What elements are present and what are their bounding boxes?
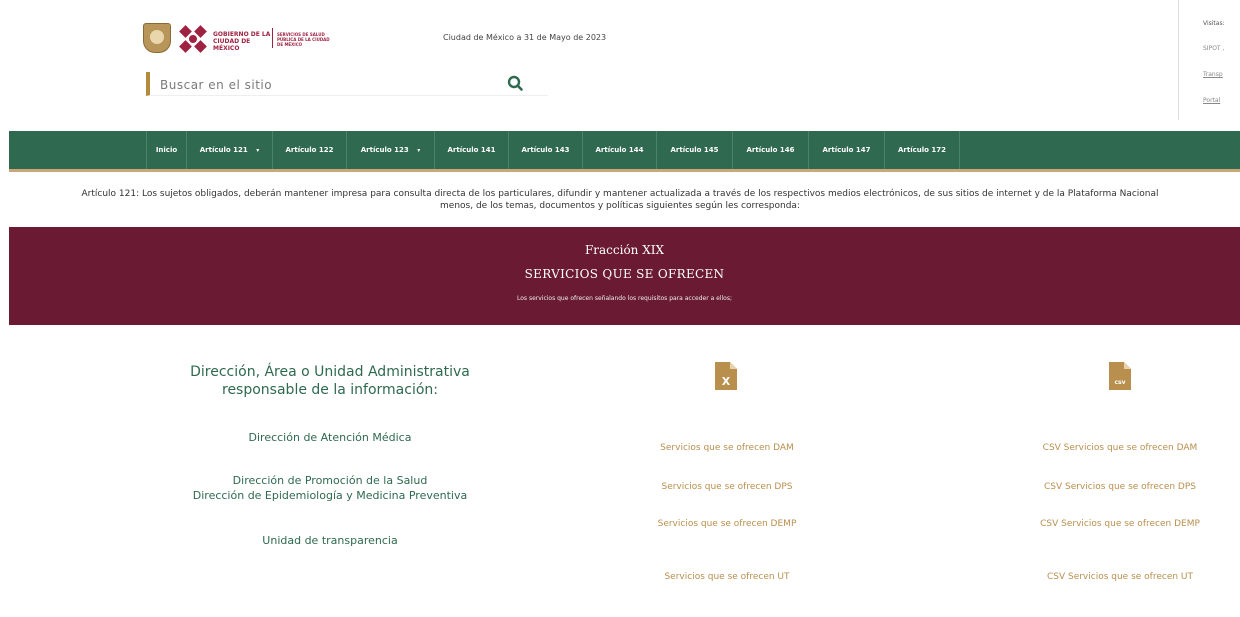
- main-nav: Inicio Artículo 121 ▾ Artículo 122 Artíc…: [9, 131, 1240, 172]
- cdmx-logo-icon: [179, 25, 207, 53]
- svg-text:X: X: [722, 375, 731, 388]
- nav-item-articulo-147[interactable]: Artículo 147: [809, 131, 885, 169]
- nav-item-articulo-122[interactable]: Artículo 122: [273, 131, 347, 169]
- fraccion-banner: Fracción XIX SERVICIOS QUE SE OFRECEN Lo…: [9, 227, 1240, 325]
- csv-file-icon: csv: [1109, 362, 1131, 390]
- logo-subtext: SERVICIOS DE SALUD PÚBLICA DE LA CIUDAD …: [277, 32, 330, 47]
- nav-item-articulo-144[interactable]: Artículo 144: [583, 131, 657, 169]
- excel-link-ut[interactable]: Servicios que se ofrecen UT: [597, 572, 857, 582]
- excel-link-dam[interactable]: Servicios que se ofrecen DAM: [597, 443, 857, 453]
- sipot-link[interactable]: SIPOT ,: [1203, 45, 1224, 52]
- dept-epidemiologia: Dirección de Epidemiología y Medicina Pr…: [192, 489, 468, 502]
- dept-promocion-salud: Dirección de Promoción de la Salud: [232, 474, 428, 487]
- nav-item-articulo-145[interactable]: Artículo 145: [657, 131, 733, 169]
- banner-subtitle: Los servicios que ofrecen señalando los …: [517, 295, 732, 302]
- excel-link-dps[interactable]: Servicios que se ofrecen DPS: [597, 482, 857, 492]
- nav-item-inicio[interactable]: Inicio: [146, 131, 187, 169]
- banner-title: SERVICIOS QUE SE OFRECEN: [524, 267, 725, 281]
- search-input[interactable]: [158, 75, 522, 95]
- nav-item-articulo-123[interactable]: Artículo 123 ▾: [347, 131, 435, 169]
- cdmx-seal-logo: [143, 23, 171, 53]
- portal-link[interactable]: Portal: [1203, 97, 1220, 104]
- search-bar: [146, 72, 548, 96]
- csv-link-ut[interactable]: CSV Servicios que se ofrecen UT: [990, 572, 1240, 582]
- transparencia-link[interactable]: Transp: [1203, 71, 1223, 78]
- search-icon[interactable]: [506, 74, 526, 94]
- csv-link-dam[interactable]: CSV Servicios que se ofrecen DAM: [990, 443, 1240, 453]
- excel-file-icon: X: [715, 362, 737, 390]
- dept-atencion-medica: Dirección de Atención Médica: [248, 431, 412, 444]
- nav-item-articulo-141[interactable]: Artículo 141: [435, 131, 509, 169]
- svg-text:csv: csv: [1114, 379, 1125, 386]
- excel-link-demp[interactable]: Servicios que se ofrecen DEMP: [597, 519, 857, 529]
- intro-line-2: menos, de los temas, documentos y políti…: [440, 201, 800, 211]
- current-date: Ciudad de México a 31 de Mayo de 2023: [443, 33, 607, 42]
- fraccion-label: Fracción XIX: [584, 243, 665, 257]
- article-intro: Artículo 121: Los sujetos obligados, deb…: [0, 188, 1240, 212]
- chevron-down-icon: ▾: [417, 147, 421, 154]
- column-heading: Dirección, Área o Unidad Administrativa …: [190, 364, 470, 398]
- logo-text: GOBIERNO DE LA CIUDAD DE MÉXICO: [213, 31, 271, 52]
- nav-item-articulo-146[interactable]: Artículo 146: [733, 131, 809, 169]
- right-panel: Visitas: SIPOT , Transp Portal: [1178, 0, 1240, 120]
- nav-item-articulo-143[interactable]: Artículo 143: [509, 131, 583, 169]
- csv-link-demp[interactable]: CSV Servicios que se ofrecen DEMP: [990, 519, 1240, 529]
- nav-item-articulo-121[interactable]: Artículo 121 ▾: [187, 131, 273, 169]
- dept-unidad-transparencia: Unidad de transparencia: [262, 534, 398, 547]
- logo-divider: [272, 28, 273, 48]
- visitas-label: Visitas:: [1203, 20, 1225, 27]
- csv-link-dps[interactable]: CSV Servicios que se ofrecen DPS: [990, 482, 1240, 492]
- intro-line-1: Artículo 121: Los sujetos obligados, deb…: [81, 189, 1159, 199]
- chevron-down-icon: ▾: [256, 147, 260, 154]
- nav-item-articulo-172[interactable]: Artículo 172: [885, 131, 960, 169]
